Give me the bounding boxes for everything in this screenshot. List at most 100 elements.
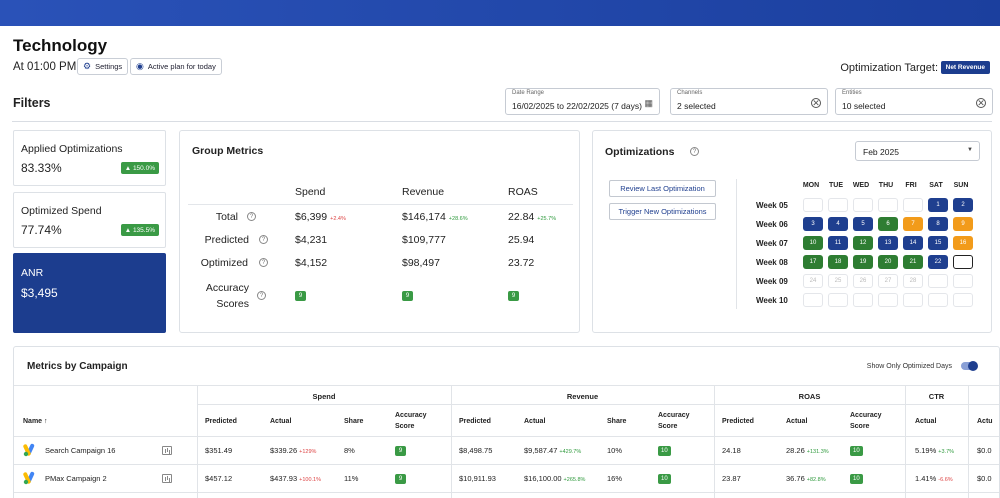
eye-icon: ◉ [136, 61, 144, 71]
col-divider [197, 385, 198, 498]
revenue-actual-header: Actual [524, 418, 546, 425]
toggle-knob [968, 360, 978, 371]
calendar-day[interactable]: 18 [828, 255, 848, 269]
predicted-roas: 25.94 [508, 234, 535, 246]
roas-accuracy-header: Accuracy Score [850, 412, 882, 430]
optimized-days-toggle[interactable] [961, 360, 978, 371]
date-range-field[interactable]: Date Range 16/02/2025 to 22/02/2025 (7 d… [505, 88, 660, 115]
kpi-change-badge: ▲ 135.5% [120, 224, 159, 236]
optimized-days-toggle-label: Show Only Optimized Days [866, 363, 952, 370]
optimization-target-badge[interactable]: Net Revenue [940, 61, 990, 74]
calendar-day[interactable]: 16 [953, 236, 973, 250]
calendar-day[interactable]: 13 [878, 236, 898, 250]
week-label: Week 06 [756, 220, 788, 229]
calendar-day[interactable]: 9 [953, 217, 973, 231]
name-column-header[interactable]: Name ↑ [23, 416, 48, 427]
calendar-day[interactable]: 21 [903, 255, 923, 269]
kpi-name: ANR [21, 267, 44, 279]
ctr-actual: 5.19% +3.7% [915, 446, 955, 455]
group-metrics-panel: Group Metrics Spend Revenue ROAS Total ?… [179, 130, 580, 333]
calendar-day[interactable]: 20 [878, 255, 898, 269]
optimization-target-label: Optimization Target: [840, 62, 938, 74]
calendar-day[interactable]: 15 [928, 236, 948, 250]
calendar-day[interactable]: 25 [828, 274, 848, 288]
month-select[interactable]: Feb 2025 ▼ [855, 141, 980, 161]
col-divider [905, 385, 906, 498]
calendar-icon[interactable]: ▦ [644, 98, 653, 109]
clear-channels-icon[interactable]: ✕ [811, 98, 821, 108]
calendar-day[interactable]: 8 [928, 217, 948, 231]
google-ads-icon [23, 471, 37, 485]
channels-field[interactable]: Channels 2 selected ✕ [670, 88, 828, 115]
calendar-day[interactable]: 7 [903, 217, 923, 231]
calendar-day[interactable]: 27 [878, 274, 898, 288]
help-icon[interactable]: ? [259, 258, 268, 267]
dow-mon: MON [802, 182, 820, 189]
calendar-day[interactable]: 5 [853, 217, 873, 231]
kpi-anr[interactable]: ANR $3,495 [13, 253, 166, 333]
chart-icon[interactable] [162, 474, 172, 483]
col-divider [714, 385, 715, 498]
calendar-day[interactable]: 17 [803, 255, 823, 269]
calendar-day[interactable]: 26 [853, 274, 873, 288]
active-plan-button[interactable]: ◉ Active plan for today [130, 58, 222, 75]
help-icon[interactable]: ? [247, 212, 256, 221]
calendar-day[interactable]: 4 [828, 217, 848, 231]
calendar-day[interactable] [953, 255, 973, 269]
calendar-day [928, 293, 948, 307]
spend-actual: $339.26 +129% [270, 446, 317, 455]
help-icon[interactable]: ? [259, 235, 268, 244]
col-divider [968, 385, 969, 498]
row-label: Predicted [204, 234, 249, 246]
calendar-day[interactable]: 24 [803, 274, 823, 288]
app-root: Technology At 01:00 PM ⚙ Settings ◉ Acti… [0, 26, 1000, 498]
optimizations-panel: Optimizations ? Feb 2025 ▼ Review Last O… [592, 130, 992, 333]
kpi-value: 83.33% [21, 161, 62, 175]
group-roas: ROAS [798, 392, 821, 401]
revenue-accuracy: 10 [658, 473, 671, 484]
group-metrics-title: Group Metrics [192, 145, 264, 157]
settings-button[interactable]: ⚙ Settings [77, 58, 129, 75]
review-last-optimization-button[interactable]: Review Last Optimization [609, 180, 716, 197]
settings-label: Settings [95, 62, 123, 71]
calendar-day[interactable]: 3 [803, 217, 823, 231]
campaign-name[interactable]: PMax Campaign 2 [45, 474, 107, 483]
spend-share: 8% [344, 446, 355, 455]
campaign-name[interactable]: Search Campaign 16 [45, 446, 115, 455]
kpi-optimized-spend[interactable]: Optimized Spend 77.74% ▲ 135.5% [13, 192, 166, 248]
trigger-new-optimizations-button[interactable]: Trigger New Optimizations [609, 203, 716, 220]
header-bottom-border [14, 436, 999, 437]
active-plan-label: Active plan for today [147, 62, 216, 71]
help-icon[interactable]: ? [257, 291, 266, 300]
calendar-day[interactable]: 28 [903, 274, 923, 288]
week-label: Week 05 [756, 201, 788, 210]
calendar-day[interactable]: 6 [878, 217, 898, 231]
optimizations-title: Optimizations [605, 146, 675, 158]
week-label: Week 07 [756, 239, 788, 248]
chart-icon[interactable] [162, 446, 172, 455]
clear-entities-icon[interactable]: ✕ [976, 98, 986, 108]
calendar-day[interactable]: 1 [928, 198, 948, 212]
calendar-day[interactable]: 14 [903, 236, 923, 250]
calendar-day[interactable]: 2 [953, 198, 973, 212]
group-header-border [197, 404, 999, 405]
roas-actual: 36.76 +82.8% [786, 474, 826, 483]
col-revenue: Revenue [402, 186, 445, 198]
calendar-day [853, 198, 873, 212]
entities-field[interactable]: Entities 10 selected ✕ [835, 88, 993, 115]
help-icon[interactable]: ? [690, 147, 699, 156]
kpi-name: Applied Optimizations [21, 143, 123, 155]
kpi-applied-optimizations[interactable]: Applied Optimizations 83.33% ▲ 150.0% [13, 130, 166, 186]
calendar-day[interactable]: 11 [828, 236, 848, 250]
kpi-change-badge: ▲ 150.0% [120, 162, 159, 174]
month-value: Feb 2025 [863, 147, 899, 157]
calendar-day [953, 274, 973, 288]
calendar-day[interactable]: 19 [853, 255, 873, 269]
calendar-day[interactable]: 12 [853, 236, 873, 250]
calendar-day [903, 293, 923, 307]
total-revenue: $146,174 +28.6% [402, 211, 468, 223]
calendar-day[interactable]: 22 [928, 255, 948, 269]
kpi-value: $3,495 [21, 286, 58, 300]
dow-sat: SAT [929, 182, 943, 189]
calendar-day[interactable]: 10 [803, 236, 823, 250]
